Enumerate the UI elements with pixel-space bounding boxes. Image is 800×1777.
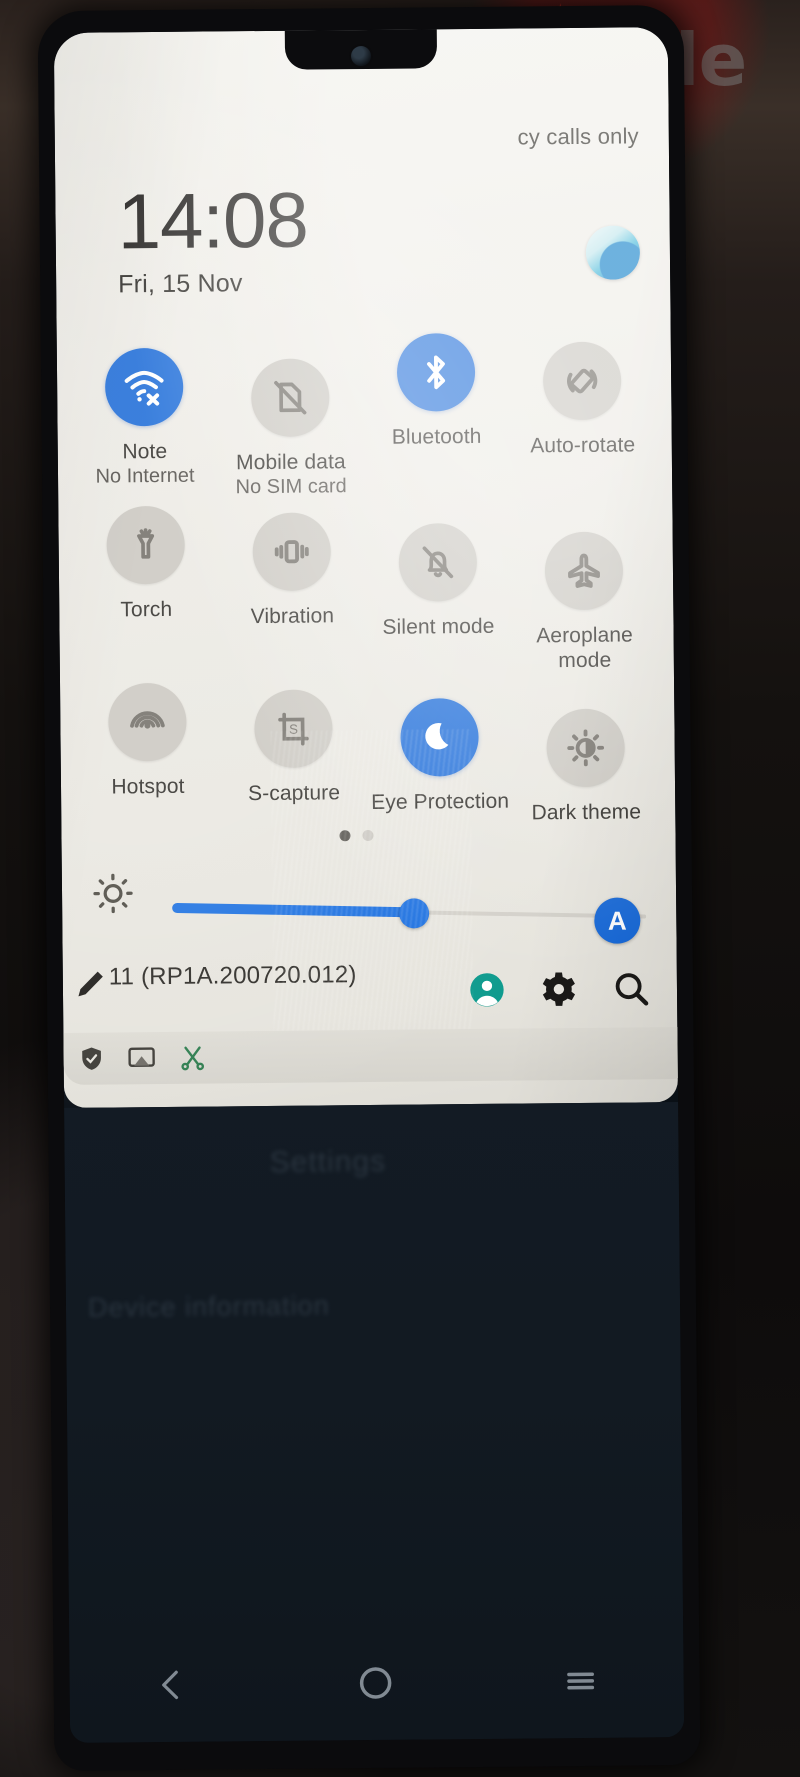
back-chevron-icon[interactable] <box>152 1665 190 1703</box>
tile-label: Bluetooth <box>391 424 482 449</box>
tile-row: Hotspot S S-capture Eye Protection Dark … <box>74 672 661 830</box>
tile-torch[interactable]: Torch <box>72 505 220 677</box>
tile-label: Torch <box>120 597 173 622</box>
tile-vibration[interactable]: Vibration <box>218 512 366 676</box>
tile-auto-rotate[interactable]: Auto-rotate <box>509 341 656 496</box>
background-app-area: Settings Device information <box>64 1102 683 1628</box>
ghost-text-line2: Device information <box>87 1290 330 1323</box>
triangle-alert-icon <box>167 375 184 389</box>
screen-cast-icon[interactable] <box>125 1043 157 1073</box>
tile-label: Vibration <box>250 604 335 629</box>
contrast-brightness-icon <box>546 708 626 788</box>
status-bar: cy calls only <box>55 123 669 159</box>
notification-icon-strip <box>63 1026 685 1085</box>
tile-dark-theme[interactable]: Dark theme <box>512 708 659 825</box>
home-circle-icon[interactable] <box>355 1662 395 1702</box>
pencil-edit-icon[interactable] <box>73 966 109 1002</box>
tile-label: Mobile data <box>235 450 346 475</box>
bell-off-icon <box>398 522 478 602</box>
brightness-control: A <box>76 857 663 944</box>
phone-device: cy calls only 14:08 Fri, 15 Nov Note No … <box>37 4 701 1772</box>
flashlight-icon <box>106 505 186 585</box>
auto-brightness-button[interactable]: A <box>594 897 641 944</box>
tile-label: S-capture <box>247 781 341 806</box>
moon-icon <box>400 697 479 777</box>
tile-s-capture[interactable]: S S-capture <box>220 689 367 828</box>
tile-label: Eye Protection <box>371 789 510 814</box>
bluetooth-icon <box>396 332 476 412</box>
tile-row: Note No Internet Mobile data No SIM card <box>70 309 658 501</box>
quick-settings-tiles: Note No Internet Mobile data No SIM card <box>70 309 661 830</box>
page-indicator <box>339 829 374 842</box>
tile-label: Auto-rotate <box>530 433 636 458</box>
scissors-icon[interactable] <box>177 1043 207 1073</box>
tile-hotspot[interactable]: Hotspot <box>74 682 221 829</box>
tile-silent-mode[interactable]: Silent mode <box>365 522 512 675</box>
recents-menu-icon[interactable] <box>561 1660 601 1700</box>
settings-gear-icon[interactable] <box>539 969 579 1009</box>
tile-bluetooth[interactable]: Bluetooth <box>363 332 511 498</box>
clock-time: 14:08 <box>117 175 309 266</box>
airplane-icon <box>544 531 624 611</box>
clock-date: Fri, 15 Nov <box>118 269 243 299</box>
panel-footer: 11 (RP1A.200720.012) <box>63 942 678 1038</box>
page-dot-active[interactable] <box>339 830 351 842</box>
vibration-icon <box>252 512 332 592</box>
tile-mobile-data[interactable]: Mobile data No SIM card <box>217 358 364 499</box>
shield-security-icon[interactable] <box>77 1045 105 1073</box>
tile-label: Silent mode <box>382 614 495 639</box>
page-dot[interactable] <box>362 829 374 842</box>
brightness-slider-thumb[interactable] <box>398 898 430 929</box>
tile-sublabel: No SIM card <box>235 475 347 499</box>
tile-label: Note <box>122 439 168 464</box>
tile-eye-protection[interactable]: Eye Protection <box>366 697 513 827</box>
tile-label: Aeroplane mode <box>536 623 634 673</box>
user-account-icon[interactable] <box>467 970 507 1010</box>
tile-label: Dark theme <box>531 800 642 825</box>
tile-note-wifi[interactable]: Note No Internet <box>71 347 218 500</box>
brightness-slider[interactable] <box>172 898 647 929</box>
search-icon[interactable] <box>611 968 651 1008</box>
build-number-text: 11 (RP1A.200720.012) <box>108 961 357 991</box>
quick-settings-panel: cy calls only 14:08 Fri, 15 Nov Note No … <box>53 27 685 1108</box>
tile-row: Torch Vibration Silent mode Aeroplane mo… <box>72 495 660 678</box>
tile-label: Hotspot <box>111 774 185 799</box>
phone-screen: cy calls only 14:08 Fri, 15 Nov Note No … <box>53 27 685 1743</box>
ghost-text-line1: Settings <box>269 1144 387 1179</box>
tile-sublabel: No Internet <box>95 464 195 488</box>
brightness-sun-icon <box>93 873 133 914</box>
screenshot-capture-icon: S <box>254 689 333 769</box>
sim-card-off-icon <box>250 358 330 438</box>
profile-orb-icon[interactable] <box>585 225 641 280</box>
auto-rotate-icon <box>542 341 622 421</box>
svg-text:S: S <box>289 722 298 737</box>
navigation-bar <box>69 1622 684 1743</box>
tile-aeroplane-mode[interactable]: Aeroplane mode <box>511 531 658 673</box>
hotspot-icon <box>108 682 187 762</box>
front-camera-icon <box>350 45 372 67</box>
footer-action-icons <box>467 968 651 1010</box>
carrier-status-text: cy calls only <box>517 123 639 150</box>
brightness-slider-fill <box>172 902 414 918</box>
